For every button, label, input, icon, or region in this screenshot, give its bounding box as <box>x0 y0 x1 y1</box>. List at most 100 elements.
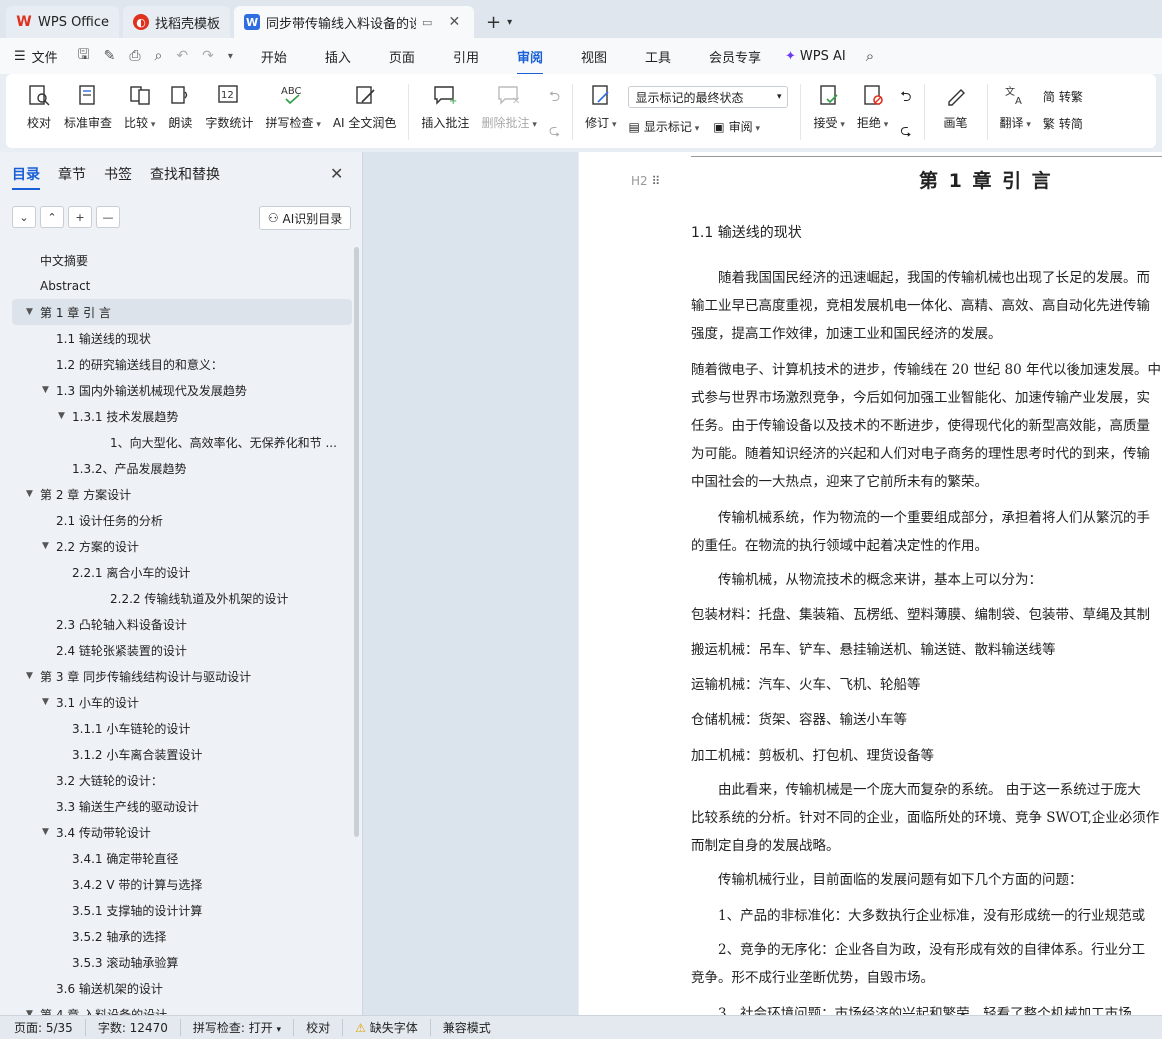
more-icon[interactable]: ▾ <box>228 51 233 62</box>
toc-item[interactable]: ▼ 2.2 方案的设计 <box>12 533 352 559</box>
search-icon[interactable]: ⌕ <box>866 47 874 65</box>
page-indicator[interactable]: 页面: 5/35 <box>14 1019 86 1036</box>
tab-wps-office[interactable]: W WPS Office <box>6 6 120 38</box>
collapse-arrow-icon[interactable]: ▼ <box>42 697 54 707</box>
collapse-arrow-icon[interactable]: ▼ <box>42 827 54 837</box>
tab-template[interactable]: ◐ 找稻壳模板 <box>123 6 231 38</box>
toc-item[interactable]: 3.3 输送生产线的驱动设计 <box>12 793 352 819</box>
menu-start[interactable]: 开始 <box>261 47 287 66</box>
add-heading-button[interactable]: + <box>68 206 92 228</box>
undo-icon[interactable]: ↶ <box>176 48 188 64</box>
tab-chapters[interactable]: 章节 <box>58 164 86 184</box>
read-aloud-button[interactable]: 朗读 <box>161 82 199 131</box>
toc-item[interactable]: ▼ 第 1 章 引 言 <box>12 299 352 325</box>
toc-item[interactable]: 中文摘要 <box>12 247 352 273</box>
toc-item[interactable]: 3.5.1 支撑轴的设计计算 <box>12 897 352 923</box>
toc-item[interactable]: 2.4 链轮张紧装置的设计 <box>12 637 352 663</box>
spell-check-indicator[interactable]: 拼写检查: 打开 ▾ <box>181 1019 295 1036</box>
markup-display-select[interactable]: 显示标记的最终状态 ▾ <box>628 86 789 108</box>
previous-comment-icon[interactable]: ⮌ <box>549 86 560 110</box>
toc-item[interactable]: 1、向大型化、高效率化、无保养化和节 ... <box>12 429 352 455</box>
heading-level-marker[interactable]: H2 ⠿ <box>631 174 660 188</box>
to-simplified-button[interactable]: 繁 转简 <box>1043 115 1083 132</box>
toc-item[interactable]: 3.6 输送机架的设计 <box>12 975 352 1001</box>
show-markup-button[interactable]: ▤ 显示标记 <box>628 118 699 135</box>
new-tab-button[interactable]: + ▾ <box>478 6 520 38</box>
collapse-arrow-icon[interactable]: ▼ <box>58 411 70 421</box>
proofread-button[interactable]: 校对 <box>6 82 58 131</box>
collapse-arrow-icon[interactable]: ▼ <box>26 671 38 681</box>
spell-check-button[interactable]: ABC 拼写检查 <box>259 82 326 131</box>
toc-item[interactable]: ▼ 第 3 章 同步传输线结构设计与驱动设计 <box>12 663 352 689</box>
toc-item[interactable]: 3.5.2 轴承的选择 <box>12 923 352 949</box>
toc-item[interactable]: ▼ 1.3 国内外输送机械现代及发展趋势 <box>12 377 352 403</box>
insert-comment-button[interactable]: + 插入批注 <box>415 82 475 131</box>
toc-item[interactable]: 2.2.2 传输线轨道及外机架的设计 <box>12 585 352 611</box>
pen-button[interactable]: 画笔 <box>931 82 981 131</box>
tab-bookmarks[interactable]: 书签 <box>104 164 132 184</box>
translate-button[interactable]: 文A 翻译 <box>994 82 1037 131</box>
toc-item[interactable]: 3.5.3 滚动轴承验算 <box>12 949 352 975</box>
word-count-indicator[interactable]: 字数: 12470 <box>86 1019 181 1036</box>
toc-item[interactable]: ▼ 1.3.1 技术发展趋势 <box>12 403 352 429</box>
menu-insert[interactable]: 插入 <box>325 47 351 66</box>
file-menu[interactable]: ☰ 文件 <box>14 47 58 66</box>
remove-heading-button[interactable]: — <box>96 206 120 228</box>
previous-change-icon[interactable]: ⮌ <box>900 86 911 110</box>
toc-item[interactable]: Abstract <box>12 273 352 299</box>
track-changes-button[interactable]: 修订 <box>579 82 622 131</box>
toc-item[interactable]: ▼ 3.1 小车的设计 <box>12 689 352 715</box>
close-pane-icon[interactable]: ✕ <box>330 164 343 183</box>
toc-item[interactable]: 3.4.2 V 带的计算与选择 <box>12 871 352 897</box>
compare-button[interactable]: 比较 <box>118 82 161 131</box>
tab-toc[interactable]: 目录 <box>12 164 40 190</box>
toc-item[interactable]: 1.2 的研究输送线目的和意义： <box>12 351 352 377</box>
toc-item[interactable]: 2.1 设计任务的分析 <box>12 507 352 533</box>
collapse-arrow-icon[interactable]: ▼ <box>26 489 38 499</box>
accept-button[interactable]: 接受 <box>807 82 850 131</box>
redo-icon[interactable]: ↷ <box>202 48 214 64</box>
expand-down-button[interactable]: ⌄ <box>12 206 36 228</box>
toc-item[interactable]: 3.1.2 小车离合装置设计 <box>12 741 352 767</box>
collapse-arrow-icon[interactable]: ▼ <box>42 541 54 551</box>
toc-item[interactable]: 3.1.1 小车链轮的设计 <box>12 715 352 741</box>
next-change-icon[interactable]: ⮎ <box>900 120 911 144</box>
toc-item[interactable]: 3.4.1 确定带轮直径 <box>12 845 352 871</box>
toc-item[interactable]: 2.3 凸轮轴入料设备设计 <box>12 611 352 637</box>
word-count-button[interactable]: 12 字数统计 <box>199 82 259 131</box>
proofread-indicator[interactable]: 校对 <box>294 1019 344 1036</box>
collapse-up-button[interactable]: ⌃ <box>40 206 64 228</box>
monitor-icon[interactable]: ▭ <box>422 16 432 29</box>
reject-button[interactable]: 拒绝 <box>851 82 894 131</box>
drag-handle-icon[interactable]: ⠿ <box>652 174 661 188</box>
collapse-arrow-icon[interactable]: ▼ <box>42 385 54 395</box>
toc-item[interactable]: ▼ 3.4 传动带轮设计 <box>12 819 352 845</box>
menu-member[interactable]: 会员专享 <box>709 47 761 66</box>
ai-polish-button[interactable]: AI 全文润色 <box>327 82 403 131</box>
menu-tools[interactable]: 工具 <box>645 47 671 66</box>
collapse-arrow-icon[interactable]: ▼ <box>26 307 38 317</box>
toc-item[interactable]: 3.2 大链轮的设计： <box>12 767 352 793</box>
menu-view[interactable]: 视图 <box>581 47 607 66</box>
menu-review[interactable]: 审阅 <box>516 47 543 75</box>
print-icon[interactable]: ⎙ <box>129 48 140 64</box>
toc-item[interactable]: 2.2.1 离合小车的设计 <box>12 559 352 585</box>
toc-item[interactable]: 1.1 输送线的现状 <box>12 325 352 351</box>
toc-scrollbar[interactable] <box>354 247 359 837</box>
document-page[interactable]: H2 ⠿ 第 1 章 引 言 1.1 输送线的现状 随着我国国民经济的迅速崛起，… <box>579 152 1162 1015</box>
missing-font-indicator[interactable]: ⚠ 缺失字体 <box>343 1019 431 1036</box>
tab-document[interactable]: W 同步带传输线入料设备的设计 ▭ ✕ <box>234 6 475 38</box>
save-icon[interactable]: 🖫 <box>78 44 90 68</box>
next-comment-icon[interactable]: ⮎ <box>549 120 560 144</box>
review-pane-button[interactable]: ▣ 审阅 <box>713 118 760 135</box>
menu-page[interactable]: 页面 <box>389 47 415 66</box>
ai-outline-button[interactable]: ⚇ AI识别目录 <box>259 206 351 230</box>
chevron-down-icon[interactable]: ▾ <box>507 17 512 28</box>
delete-comment-button[interactable]: ✕ 删除批注 <box>475 82 542 131</box>
standard-review-button[interactable]: 标准审查 <box>58 82 118 131</box>
wps-ai-button[interactable]: ✦ WPS AI <box>785 49 846 64</box>
menu-references[interactable]: 引用 <box>453 47 479 66</box>
brush-icon[interactable]: ✎ <box>104 48 116 64</box>
toc-item[interactable]: ▼ 第 2 章 方案设计 <box>12 481 352 507</box>
toc-item[interactable]: 1.3.2、产品发展趋势 <box>12 455 352 481</box>
